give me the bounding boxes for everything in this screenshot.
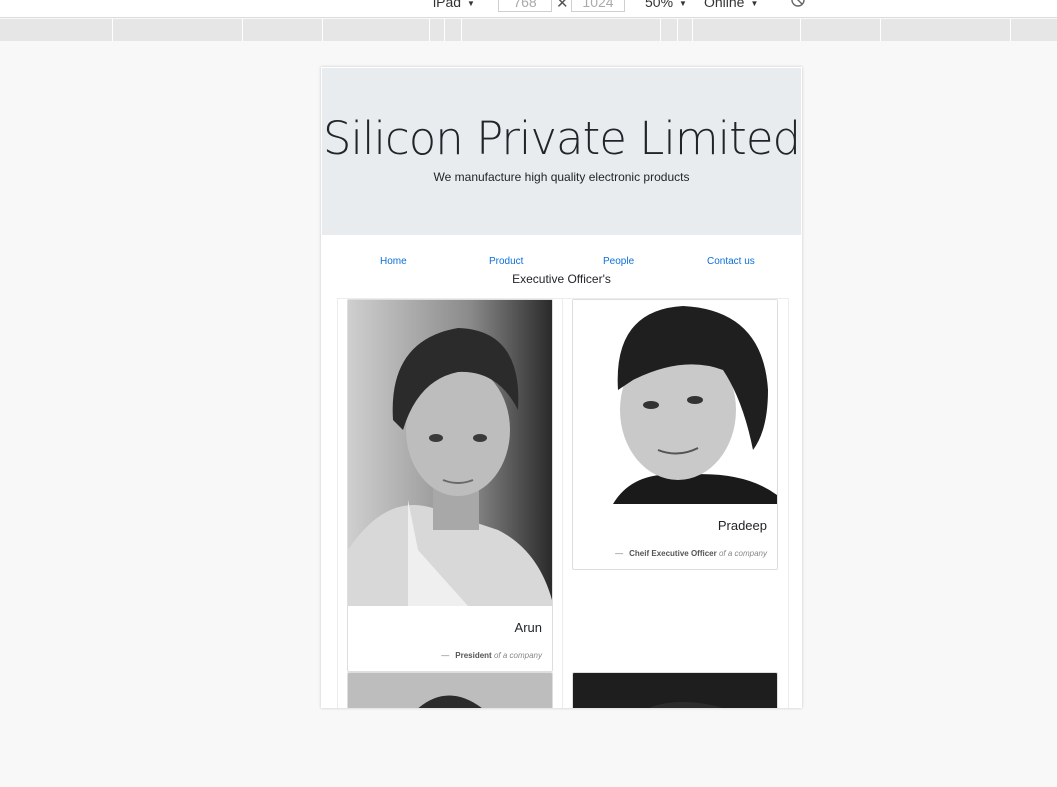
column-divider xyxy=(562,299,563,708)
officer-card-grid: Arun — President of a company Pradeep — Ch… xyxy=(337,298,789,708)
ruler-tick xyxy=(800,19,801,41)
network-value: Online xyxy=(704,0,745,10)
officer-role: Cheif Executive Officer xyxy=(629,549,717,558)
officer-org: of a company xyxy=(493,651,542,660)
device-toolbar: iPad ▼ 768 ✕ 1024 50% ▼ Online ▼ xyxy=(0,0,1057,18)
viewport-height-input[interactable]: 1024 xyxy=(571,0,625,12)
nav-link-contact-us[interactable]: Contact us xyxy=(707,256,755,267)
viewport-width-input[interactable]: 768 xyxy=(498,0,552,12)
officer-name: Pradeep xyxy=(717,518,767,533)
media-query-ruler[interactable] xyxy=(0,19,1057,41)
jumbotron-header: Silicon Private Limited We manufacture h… xyxy=(322,68,801,235)
ruler-tick xyxy=(692,19,693,41)
ruler-tick xyxy=(461,19,462,41)
ruler-tick xyxy=(242,19,243,41)
device-name: iPad xyxy=(433,0,462,10)
chevron-down-icon: ▼ xyxy=(679,0,687,8)
officer-card: Arun — President of a company xyxy=(347,299,553,672)
ruler-tick xyxy=(444,19,445,41)
zoom-select[interactable]: 50% ▼ xyxy=(645,0,687,10)
nav-link-product[interactable]: Product xyxy=(489,256,523,267)
officer-photo xyxy=(573,300,777,504)
ruler-tick xyxy=(660,19,661,41)
officer-footer: — President of a company xyxy=(441,651,542,660)
officer-org: of a company xyxy=(718,549,767,558)
officer-photo xyxy=(573,673,777,708)
times-icon: ✕ xyxy=(556,0,569,12)
officer-photo xyxy=(348,300,552,606)
section-title: Executive Officer's xyxy=(512,272,611,286)
officer-name: Arun xyxy=(514,620,542,635)
officer-card xyxy=(572,672,778,708)
site-title: Silicon Private Limited xyxy=(322,112,801,165)
ruler-tick xyxy=(1010,19,1011,41)
nav-link-people[interactable]: People xyxy=(603,256,634,267)
officer-card: Pradeep — Cheif Executive Officer of a co… xyxy=(572,299,778,570)
site-subtitle: We manufacture high quality electronic p… xyxy=(433,170,690,184)
dash-icon: — xyxy=(615,549,624,558)
ruler-tick xyxy=(677,19,678,41)
ruler-tick xyxy=(429,19,430,41)
rotate-icon[interactable] xyxy=(790,0,806,8)
ruler-tick xyxy=(322,19,323,41)
device-viewport: Silicon Private Limited We manufacture h… xyxy=(321,67,802,708)
officer-photo xyxy=(348,673,552,708)
officer-footer: — Cheif Executive Officer of a company xyxy=(615,549,767,558)
main-nav: Home Product People Contact us xyxy=(321,256,802,270)
officer-card xyxy=(347,672,553,708)
chevron-down-icon: ▼ xyxy=(467,0,475,8)
network-throttle-select[interactable]: Online ▼ xyxy=(704,0,758,10)
ruler-tick xyxy=(880,19,881,41)
chevron-down-icon: ▼ xyxy=(750,0,759,8)
officer-role: President xyxy=(455,651,492,660)
nav-link-home[interactable]: Home xyxy=(380,256,407,267)
device-select[interactable]: iPad ▼ xyxy=(433,0,475,10)
dash-icon: — xyxy=(441,651,450,660)
ruler-tick xyxy=(112,19,113,41)
zoom-value: 50% xyxy=(645,0,674,10)
